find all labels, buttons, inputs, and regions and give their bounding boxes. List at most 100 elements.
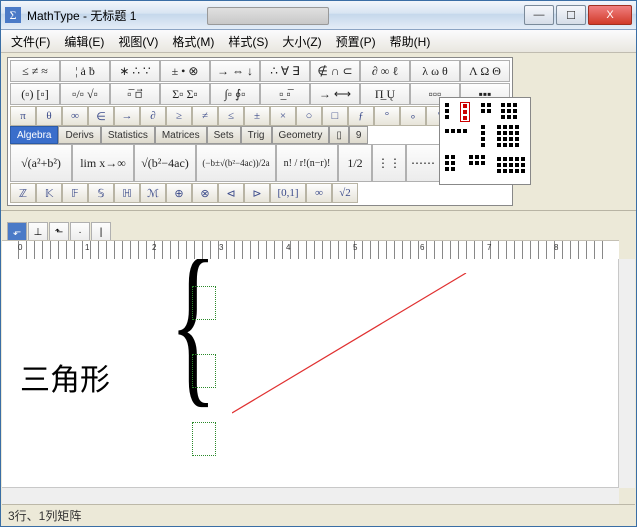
tpl-combination[interactable]: n! / r!(n−r)! (276, 144, 338, 182)
matrix-1x4[interactable] (444, 128, 468, 134)
key-interval[interactable]: [0,1] (270, 183, 306, 203)
tab-9[interactable]: 9 (349, 126, 369, 144)
palette-set[interactable]: ∉ ∩ ⊂ (310, 60, 360, 82)
palette-operator[interactable]: ± • ⊗ (160, 60, 210, 82)
palette-dots[interactable]: ∗ ∴ ∵ (110, 60, 160, 82)
palette-integral[interactable]: ∫▫ ∮▫ (210, 83, 260, 105)
key-F[interactable]: 𝔽 (62, 183, 88, 203)
key-ltri[interactable]: ⊲ (218, 183, 244, 203)
key-H[interactable]: ℍ (114, 183, 140, 203)
key-oplus[interactable]: ⊕ (166, 183, 192, 203)
tpl-discriminant[interactable]: √(b²−4ac) (134, 144, 196, 182)
tpl-half[interactable]: 1/2 (338, 144, 372, 182)
tpl-sqrt-ab[interactable]: √(a²+b²) (10, 144, 72, 182)
tab-sets[interactable]: Sets (207, 126, 241, 144)
key-le[interactable]: ≤ (218, 106, 244, 126)
tpl-hdots[interactable]: ⋯⋯ (406, 144, 440, 182)
matrix-3x1-selected[interactable] (460, 102, 470, 122)
tab-blank[interactable]: ▯ (329, 126, 349, 144)
matrix-4x4[interactable] (496, 124, 520, 148)
key-sqrt2[interactable]: √2 (332, 183, 358, 203)
palette-product[interactable]: Π̲ Ų (360, 83, 410, 105)
key-ge[interactable]: ≥ (166, 106, 192, 126)
menu-format[interactable]: 格式(M) (166, 31, 220, 52)
tabstop-center-icon[interactable]: ⊥ (28, 222, 48, 242)
key-otimes[interactable]: ⊗ (192, 183, 218, 203)
close-button[interactable]: X (588, 5, 632, 25)
palette-sum[interactable]: Σ▫ Σ▫ (160, 83, 210, 105)
palette-greek-upper[interactable]: Λ Ω Θ (460, 60, 510, 82)
docked-toolbar[interactable] (207, 7, 329, 25)
key-degree[interactable]: ° (374, 106, 400, 126)
tab-matrices[interactable]: Matrices (155, 126, 207, 144)
key-pm[interactable]: ± (244, 106, 270, 126)
key-square[interactable]: □ (322, 106, 348, 126)
key-ne[interactable]: ≠ (192, 106, 218, 126)
key-compose[interactable]: ∘ (400, 106, 426, 126)
menu-help[interactable]: 帮助(H) (384, 31, 437, 52)
palette-underover[interactable]: ▫̲ ▫̅ (260, 83, 310, 105)
menu-edit[interactable]: 编辑(E) (58, 31, 110, 52)
menu-size[interactable]: 大小(Z) (276, 31, 327, 52)
tabstop-decimal-icon[interactable]: · (70, 222, 90, 242)
matrix-cell-3[interactable] (192, 422, 216, 456)
tab-trig[interactable]: Trig (241, 126, 272, 144)
palette-long-arrow[interactable]: → ⟷ (310, 83, 360, 105)
tab-geometry[interactable]: Geometry (272, 126, 330, 144)
matrix-custom-3[interactable] (496, 156, 526, 174)
key-circle[interactable]: ○ (296, 106, 322, 126)
key-f[interactable]: ƒ (348, 106, 374, 126)
tab-statistics[interactable]: Statistics (101, 126, 155, 144)
horizontal-ruler[interactable]: 0 1 2 3 4 5 6 7 8 (2, 240, 619, 260)
tab-derivs[interactable]: Derivs (58, 126, 100, 144)
edit-canvas[interactable]: 三角形 { (2, 259, 635, 488)
matrix-cell-1[interactable] (192, 286, 216, 320)
menu-file[interactable]: 文件(F) (5, 31, 56, 52)
palette-fence[interactable]: (▫) [▫] (10, 83, 60, 105)
tabstop-left-icon[interactable]: ⬐ (7, 222, 27, 242)
maximize-button[interactable]: ☐ (556, 5, 586, 25)
key-infinity[interactable]: ∞ (62, 106, 88, 126)
key-element[interactable]: ∈ (88, 106, 114, 126)
key-arrow[interactable]: → (114, 106, 140, 126)
key-pi[interactable]: π (10, 106, 36, 126)
key-Z[interactable]: ℤ (10, 183, 36, 203)
tabstop-bar-icon[interactable]: | (91, 222, 111, 242)
palette-fraction[interactable]: ▫/▫ √▫ (60, 83, 110, 105)
key-K[interactable]: 𝕂 (36, 183, 62, 203)
matrix-custom-2[interactable] (468, 154, 486, 166)
matrix-2x2[interactable] (480, 102, 492, 114)
key-rtri[interactable]: ⊳ (244, 183, 270, 203)
menu-preset[interactable]: 预置(P) (330, 31, 382, 52)
tpl-limit[interactable]: lim x→∞ (72, 144, 134, 182)
vertical-scrollbar[interactable] (618, 259, 635, 488)
matrix-3x3[interactable] (500, 102, 518, 120)
matrix-1x3-col[interactable] (444, 102, 450, 120)
menu-view[interactable]: 视图(V) (112, 31, 164, 52)
palette-arrow[interactable]: → ⇔ ↓ (210, 60, 260, 82)
tab-algebra[interactable]: Algebra (10, 126, 58, 144)
key-S[interactable]: 𝕊 (88, 183, 114, 203)
menu-style[interactable]: 样式(S) (222, 31, 274, 52)
horizontal-scrollbar[interactable] (2, 487, 619, 504)
equation-text[interactable]: 三角形 (20, 355, 110, 399)
palette-misc[interactable]: ∂ ∞ ℓ (360, 60, 410, 82)
palette-logic[interactable]: ∴ ∀ ∃ (260, 60, 310, 82)
matrix-cell-2[interactable] (192, 354, 216, 388)
palette-accent[interactable]: ¦ ȧ ḃ (60, 60, 110, 82)
key-partial[interactable]: ∂ (140, 106, 166, 126)
tpl-vdots[interactable]: ⋮⋮ (372, 144, 406, 182)
key-inf2[interactable]: ∞ (306, 183, 332, 203)
matrix-custom-1[interactable] (444, 154, 456, 172)
minimize-button[interactable]: — (524, 5, 554, 25)
palette-relation[interactable]: ≤ ≠ ≈ (10, 60, 60, 82)
tabstop-right-icon[interactable]: ⬑ (49, 222, 69, 242)
matrix-4x1[interactable] (480, 124, 486, 148)
tpl-quadratic[interactable]: (−b±√(b²−4ac))/2a (196, 144, 276, 182)
key-theta[interactable]: θ (36, 106, 62, 126)
palette-overbar[interactable]: ▫̅ ▫⃗ (110, 83, 160, 105)
key-times[interactable]: × (270, 106, 296, 126)
palette-greek-lower[interactable]: λ ω θ (410, 60, 460, 82)
title-bar[interactable]: Σ MathType - 无标题 1 — ☐ X (1, 1, 636, 30)
key-M[interactable]: ℳ (140, 183, 166, 203)
